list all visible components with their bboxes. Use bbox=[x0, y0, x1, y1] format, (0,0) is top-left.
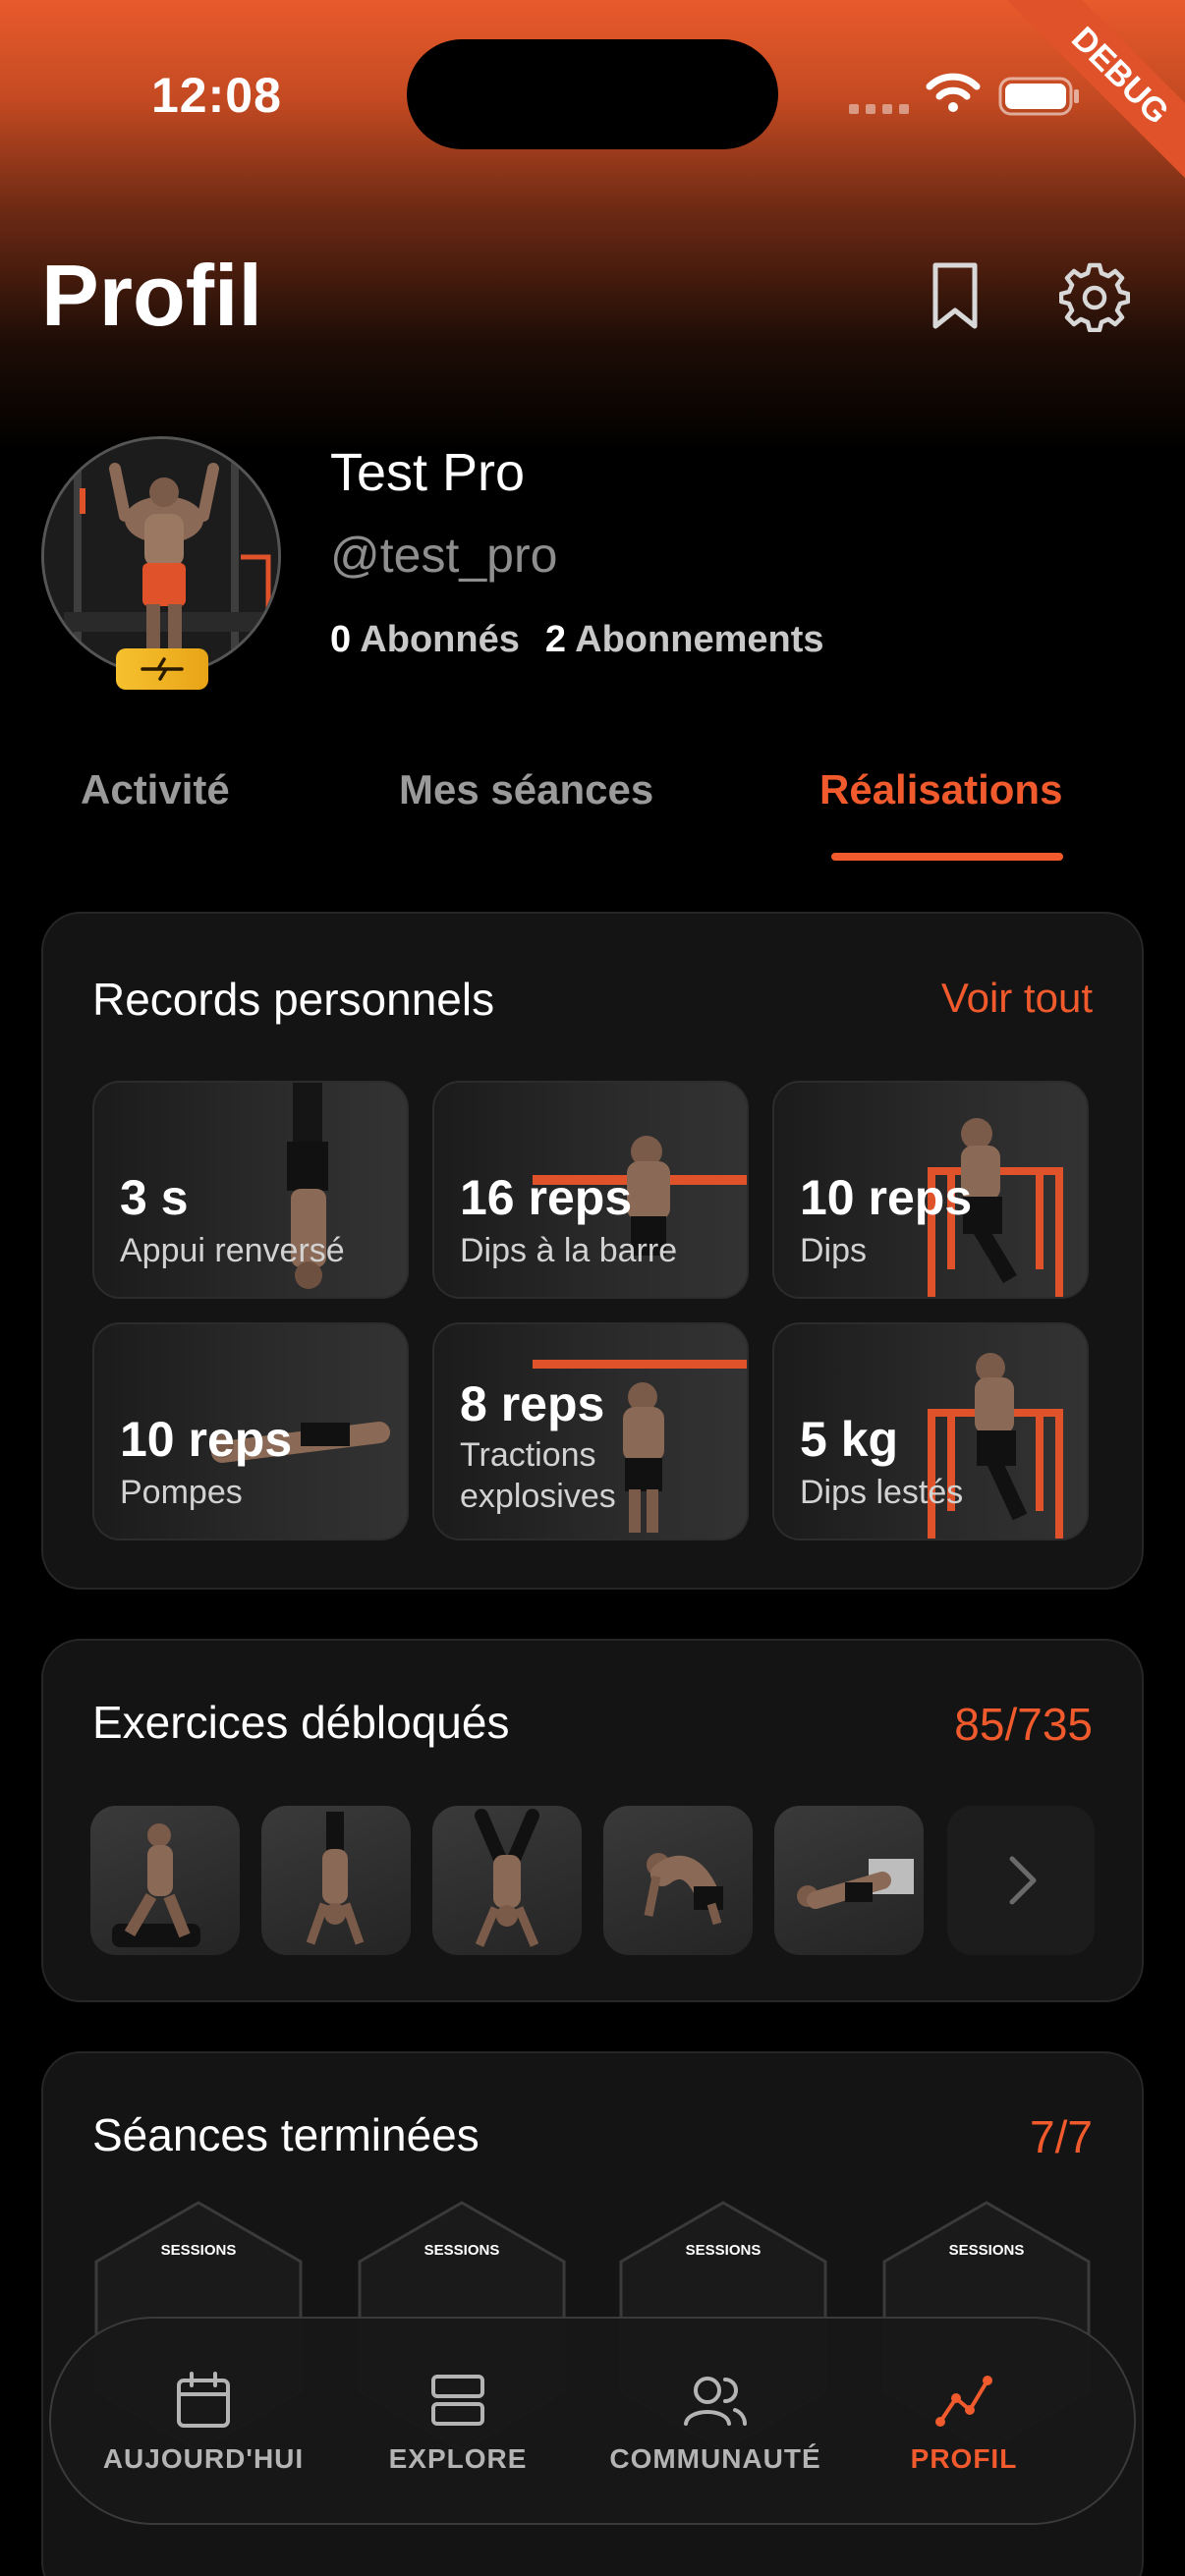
exercises-count[interactable]: 85/735 bbox=[954, 1698, 1093, 1751]
sessions-count[interactable]: 7/7 bbox=[1030, 2110, 1093, 2163]
nav-item-profil[interactable]: PROFIL bbox=[890, 2319, 1038, 2527]
exercise-thumbnail[interactable] bbox=[90, 1806, 240, 1955]
nav-item-aujourdhui[interactable]: AUJOURD'HUI bbox=[90, 2319, 316, 2527]
explore-icon bbox=[431, 2375, 484, 2426]
followers-count: 0 bbox=[330, 619, 352, 660]
record-label: Dips à la barre bbox=[460, 1232, 678, 1269]
pro-badge bbox=[116, 648, 208, 690]
exercises-next-button[interactable] bbox=[947, 1806, 1095, 1955]
following-count: 2 bbox=[544, 619, 566, 660]
community-icon bbox=[684, 2377, 747, 2426]
calendar-icon bbox=[177, 2372, 230, 2428]
profile-stats: 0 Abonnés 2 Abonnements bbox=[330, 619, 824, 661]
following-label: Abonnements bbox=[575, 619, 824, 660]
record-value: 10 reps bbox=[800, 1170, 973, 1225]
records-see-all-link[interactable]: Voir tout bbox=[941, 975, 1093, 1022]
bookmark-icon[interactable] bbox=[928, 261, 983, 332]
record-value: 8 reps bbox=[460, 1376, 605, 1431]
session-badge-label: SESSIONS bbox=[948, 2242, 1025, 2259]
profile-handle: @test_pro bbox=[330, 528, 558, 583]
profile-name: Test Pro bbox=[330, 443, 526, 502]
battery-icon bbox=[998, 77, 1079, 116]
exercise-thumbnail[interactable] bbox=[774, 1806, 924, 1955]
record-tile[interactable]: 3 s Appui renversé bbox=[92, 1081, 409, 1299]
record-label: Dips bbox=[800, 1232, 868, 1269]
dynamic-island bbox=[407, 39, 778, 149]
session-badge-label: SESSIONS bbox=[160, 2242, 237, 2259]
nav-label: AUJOURD'HUI bbox=[102, 2443, 305, 2474]
profile-chart-icon bbox=[935, 2376, 992, 2427]
followers-link[interactable]: 0 Abonnés bbox=[330, 619, 520, 661]
tab-activite[interactable]: Activité bbox=[81, 766, 230, 813]
exercise-thumbnail[interactable] bbox=[432, 1806, 582, 1955]
exercises-title: Exercices débloqués bbox=[92, 1697, 510, 1748]
record-label: Tractions explosives bbox=[460, 1436, 616, 1515]
nav-item-communaute[interactable]: COMMUNAUTÉ bbox=[607, 2319, 823, 2527]
nav-label: EXPLORE bbox=[388, 2443, 528, 2474]
following-link[interactable]: 2 Abonnements bbox=[545, 619, 824, 661]
record-value: 16 reps bbox=[460, 1170, 633, 1225]
record-value: 5 kg bbox=[800, 1412, 899, 1467]
status-time: 12:08 bbox=[151, 68, 282, 123]
record-tile[interactable]: 5 kg Dips lestés bbox=[772, 1322, 1089, 1540]
sessions-title: Séances terminées bbox=[92, 2109, 480, 2160]
gear-icon[interactable] bbox=[1059, 261, 1130, 332]
nav-label: PROFIL bbox=[910, 2443, 1018, 2474]
session-badge-label: SESSIONS bbox=[685, 2242, 762, 2259]
nav-item-explore[interactable]: EXPLORE bbox=[360, 2319, 556, 2527]
tab-mes-seances[interactable]: Mes séances bbox=[399, 766, 653, 813]
page-title: Profil bbox=[41, 247, 262, 344]
followers-label: Abonnés bbox=[360, 619, 520, 660]
record-label: Pompes bbox=[120, 1474, 243, 1511]
record-value: 3 s bbox=[120, 1170, 189, 1225]
record-tile[interactable]: 8 reps Tractions explosives bbox=[432, 1322, 749, 1540]
avatar[interactable] bbox=[41, 436, 281, 676]
record-label: Appui renversé bbox=[120, 1232, 345, 1269]
active-tab-indicator bbox=[831, 853, 1063, 861]
bolt-icon bbox=[141, 657, 184, 681]
tab-realisations[interactable]: Réalisations bbox=[819, 766, 1062, 813]
record-value: 10 reps bbox=[120, 1412, 293, 1467]
record-tile[interactable]: 16 reps Dips à la barre bbox=[432, 1081, 749, 1299]
signal-icon bbox=[849, 104, 909, 114]
chevron-right-icon bbox=[1009, 1856, 1037, 1905]
nav-label: COMMUNAUTÉ bbox=[609, 2443, 821, 2474]
exercise-thumbnail[interactable] bbox=[603, 1806, 753, 1955]
exercise-thumbnail[interactable] bbox=[261, 1806, 411, 1955]
bottom-navigation: AUJOURD'HUI EXPLORE COMMUNAUTÉ PROFIL bbox=[49, 2317, 1136, 2525]
record-tile[interactable]: 10 reps Dips bbox=[772, 1081, 1089, 1299]
records-card: Records personnels Voir tout 3 s Appui r… bbox=[41, 912, 1144, 1590]
record-tile[interactable]: 10 reps Pompes bbox=[92, 1322, 409, 1540]
session-badge-label: SESSIONS bbox=[423, 2242, 500, 2259]
record-label: Dips lestés bbox=[800, 1474, 964, 1511]
wifi-icon bbox=[926, 73, 981, 112]
records-title: Records personnels bbox=[92, 974, 495, 1025]
